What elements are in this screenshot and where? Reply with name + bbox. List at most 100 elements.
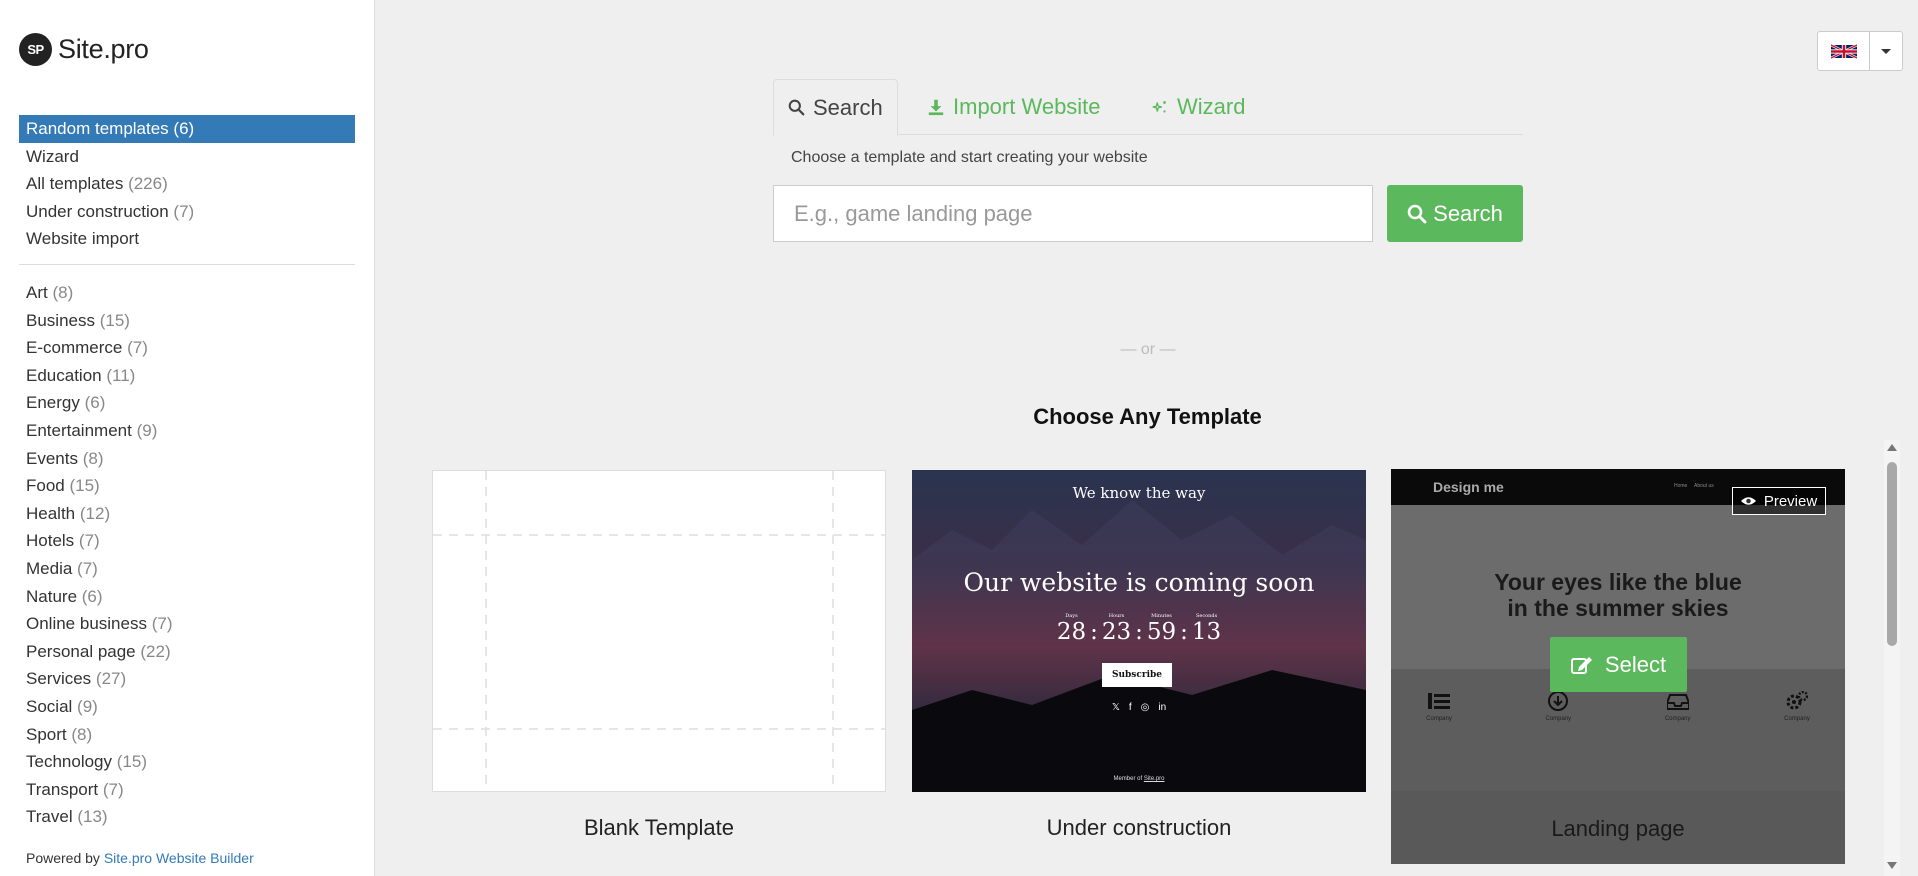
countdown-colon: : [1135, 619, 1143, 645]
lp-menu-item: About us [1694, 483, 1714, 489]
scroll-down-arrow-icon[interactable] [1887, 862, 1897, 869]
language-selector[interactable] [1817, 31, 1903, 71]
category-count: (15) [99, 310, 130, 330]
blank-template-thumbnail[interactable] [432, 470, 886, 792]
sidebar-item-website-import[interactable]: Website import [19, 225, 355, 253]
scroll-up-arrow-icon[interactable] [1887, 444, 1897, 451]
powered-link[interactable]: Site.pro Website Builder [104, 850, 254, 866]
search-tabs: Search Import Website Wizard [773, 79, 1523, 136]
category-label: Food [26, 476, 65, 496]
logo-text: Site.pro [58, 33, 149, 64]
sidebar-item-under-construction[interactable]: Under construction (7) [19, 198, 355, 226]
nav-label: Random templates [26, 119, 169, 138]
gears-icon [1786, 690, 1809, 710]
countdown-minutes: Minutes 59 [1147, 613, 1176, 645]
nav-label: Under construction [26, 201, 169, 221]
countdown-colon: : [1090, 619, 1098, 645]
template-card-blank[interactable]: Blank Template [432, 470, 886, 863]
category-nature[interactable]: Nature (6) [19, 583, 355, 611]
category-e-commerce[interactable]: E-commerce (7) [19, 334, 355, 362]
category-label: Business [26, 310, 95, 330]
category-personal-page[interactable]: Personal page (22) [19, 638, 355, 666]
tab-wizard[interactable]: Wizard [1137, 79, 1259, 135]
uc-social-icons: 𝕏 f ◎ in [912, 702, 1366, 713]
countdown-value: 13 [1191, 619, 1222, 645]
category-art[interactable]: Art (8) [19, 279, 355, 307]
sidebar-item-random-templates[interactable]: Random templates (6) [19, 115, 355, 143]
search-button-label: Search [1433, 200, 1503, 226]
sidebar-item-wizard[interactable]: Wizard [19, 143, 355, 171]
uc-subscribe-button: Subscribe [1102, 663, 1172, 687]
category-travel[interactable]: Travel (13) [19, 803, 355, 831]
download-circle-icon [1548, 691, 1569, 711]
category-events[interactable]: Events (8) [19, 445, 355, 473]
category-label: Nature [26, 586, 78, 606]
select-button[interactable]: Select [1550, 637, 1687, 692]
category-label: Sport [26, 724, 67, 744]
category-online-business[interactable]: Online business (7) [19, 610, 355, 638]
lp-menu-item: Home [1674, 483, 1688, 489]
sidebar-item-all-templates[interactable]: All templates (226) [19, 170, 355, 198]
category-technology[interactable]: Technology (15) [19, 748, 355, 776]
lp-headline: Your eyes like the blue in the summer sk… [1391, 569, 1845, 621]
language-dropdown-toggle[interactable] [1870, 32, 1902, 70]
category-media[interactable]: Media (7) [19, 555, 355, 583]
nav-label: Wizard [26, 146, 79, 166]
category-count: (27) [95, 669, 127, 689]
category-energy[interactable]: Energy (6) [19, 389, 355, 417]
or-divider: — or — [1120, 341, 1176, 358]
category-transport[interactable]: Transport (7) [19, 776, 355, 804]
countdown-value: 28 [1056, 619, 1087, 645]
category-count: (12) [79, 503, 111, 523]
nav-label: All templates [26, 174, 124, 194]
lp-headline-line: in the summer skies [1507, 595, 1729, 621]
category-label: Travel [26, 807, 73, 827]
search-subtitle: Choose a template and start creating you… [791, 149, 1148, 166]
scroll-thumb[interactable] [1887, 462, 1897, 646]
preview-button[interactable]: Preview [1732, 487, 1826, 515]
category-social[interactable]: Social (9) [19, 693, 355, 721]
category-count: (8) [82, 448, 104, 468]
nav-count: (7) [173, 201, 195, 221]
category-health[interactable]: Health (12) [19, 500, 355, 528]
category-count: (15) [116, 752, 147, 772]
category-count: (15) [69, 476, 100, 496]
tab-wizard-label: Wizard [1177, 94, 1246, 119]
template-card-under-construction[interactable]: We know the way Our website is coming so… [912, 470, 1366, 863]
category-count: (7) [102, 779, 124, 799]
category-entertainment[interactable]: Entertainment (9) [19, 417, 355, 445]
category-education[interactable]: Education (11) [19, 362, 355, 390]
logo[interactable]: SP Site.pro [19, 32, 149, 66]
tab-search[interactable]: Search [773, 79, 898, 136]
category-label: E-commerce [26, 338, 123, 358]
landing-page-thumbnail[interactable]: Design me Home About us Your eyes like t… [1391, 469, 1845, 793]
scrollbar[interactable] [1884, 440, 1900, 876]
search-input[interactable] [773, 185, 1373, 242]
countdown-hours: Hours 23 [1102, 613, 1131, 645]
category-food[interactable]: Food (15) [19, 472, 355, 500]
sidebar-divider [19, 264, 355, 265]
category-count: (9) [77, 696, 98, 716]
category-label: Technology [26, 752, 113, 772]
sidebar-nav: Random templates (6) Wizard All template… [19, 115, 355, 253]
category-sport[interactable]: Sport (8) [19, 721, 355, 749]
category-count: (6) [81, 586, 103, 606]
category-business[interactable]: Business (15) [19, 307, 355, 335]
under-construction-thumbnail[interactable]: We know the way Our website is coming so… [912, 470, 1366, 792]
category-count: (7) [151, 614, 173, 634]
template-card-landing-page[interactable]: Design me Home About us Your eyes like t… [1391, 469, 1845, 864]
search-button[interactable]: Search [1387, 185, 1523, 242]
lp-partner-name: Company [1664, 716, 1691, 722]
caret-down-icon [1881, 48, 1891, 54]
edit-icon [1570, 656, 1592, 674]
category-count: (6) [84, 393, 106, 413]
lp-partner-name: Company [1784, 716, 1810, 722]
category-services[interactable]: Services (27) [19, 665, 355, 693]
lp-headline-line: Your eyes like the blue [1494, 569, 1742, 595]
tab-search-label: Search [813, 94, 883, 120]
nav-label: Website import [26, 229, 140, 249]
category-hotels[interactable]: Hotels (7) [19, 527, 355, 555]
countdown-seconds: Seconds 13 [1192, 613, 1221, 645]
category-label: Events [26, 448, 78, 468]
tab-import-website[interactable]: Import Website [913, 79, 1115, 135]
